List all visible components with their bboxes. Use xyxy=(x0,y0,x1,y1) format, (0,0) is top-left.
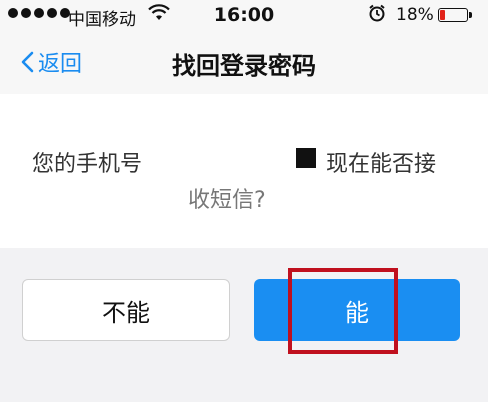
navigation-bar: 返回 找回登录密码 xyxy=(0,30,488,94)
battery-fill xyxy=(440,10,445,20)
message-panel: 您的手机号 现在能否接 收短信? xyxy=(0,94,488,248)
page-title: 找回登录密码 xyxy=(172,52,316,80)
highlight-box xyxy=(288,268,398,354)
alarm-icon xyxy=(368,4,386,27)
cannot-button[interactable]: 不能 xyxy=(22,279,230,341)
battery-percent: 18% xyxy=(396,5,434,25)
status-bar: 中国移动 16:00 18% xyxy=(0,0,488,30)
message-text-start: 您的手机号 xyxy=(32,152,143,177)
message-text-end: 收短信? xyxy=(188,188,266,213)
battery-icon xyxy=(438,8,472,22)
redaction-mark xyxy=(296,148,316,168)
message-text-middle: 现在能否接 xyxy=(326,152,437,177)
